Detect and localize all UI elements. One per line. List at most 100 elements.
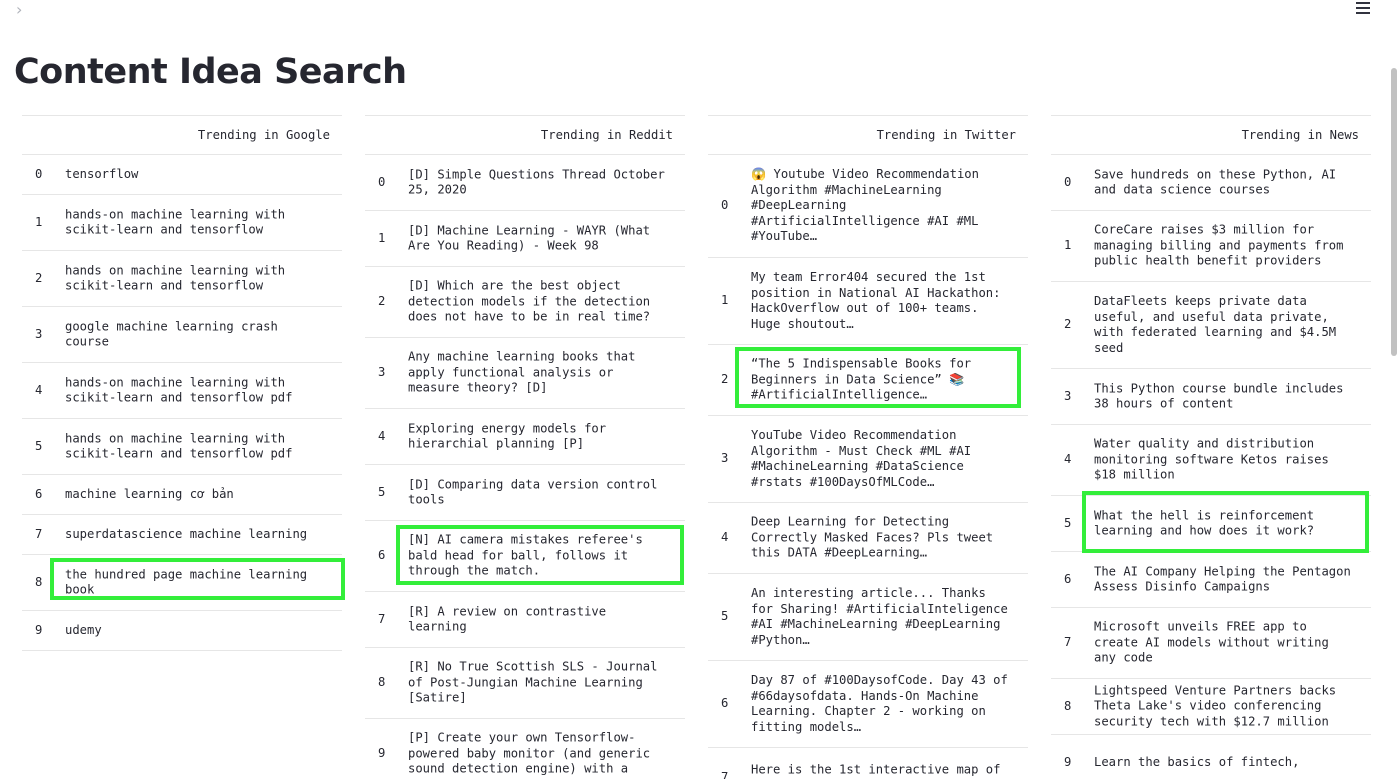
column-header-label: Trending in Twitter <box>876 128 1016 142</box>
table-header[interactable]: Trending in Google <box>22 115 342 155</box>
page-title: Content Idea Search <box>14 52 407 92</box>
row-text: [D] Comparing data version control tools <box>408 476 658 507</box>
row-index: 1 <box>1064 238 1072 253</box>
table-header[interactable]: Trending in News <box>1051 115 1371 155</box>
table-row[interactable]: 2 DataFleets keeps private data useful, a… <box>1051 282 1371 369</box>
table-row[interactable]: 4 Exploring energy models for hierarchial… <box>365 409 685 465</box>
table-row[interactable]: 5 [D] Comparing data version control tool… <box>365 465 685 521</box>
table-row[interactable]: 4 Deep Learning for Detecting Correctly M… <box>708 503 1028 574</box>
table-row[interactable]: 8 [R] No True Scottish SLS - Journal of P… <box>365 648 685 719</box>
trending-table-twitter: Trending in Twitter 0 😱 Youtube Video Reco… <box>708 115 1028 779</box>
table-row[interactable]: 2 [D] Which are the best object detection… <box>365 267 685 338</box>
row-text: This Python course bundle includes 38 ho… <box>1094 380 1344 411</box>
row-text: Save hundreds on these Python, AI and da… <box>1094 166 1337 197</box>
row-text: [R] No True Scottish SLS - Journal of Po… <box>408 659 658 705</box>
table-row[interactable]: 3 This Python course bundle includes 38 h… <box>1051 369 1371 425</box>
row-text: [P] Create your own Tensorflow- powered … <box>408 730 651 776</box>
row-index: 9 <box>35 622 43 637</box>
table-row[interactable]: 3 google machine learning crash course <box>22 307 342 363</box>
table-row[interactable]: 0 Save hundreds on these Python, AI and d… <box>1051 155 1371 211</box>
row-index: 6 <box>35 486 43 501</box>
page-scrollbar[interactable] <box>1388 62 1400 779</box>
highlight-box <box>735 347 1021 408</box>
row-text: [D] Which are the best object detection … <box>408 278 651 324</box>
highlight-box <box>50 558 345 600</box>
row-index: 0 <box>721 198 729 213</box>
row-index: 7 <box>378 611 386 626</box>
table-row[interactable]: 1 My team Error404 secured the 1st positi… <box>708 258 1028 345</box>
row-text: My team Error404 secured the 1st positio… <box>751 269 1001 331</box>
table-row[interactable]: 1 [D] Machine Learning - WAYR (What Are Y… <box>365 211 685 267</box>
row-index: 3 <box>721 451 729 466</box>
row-text: Water quality and distribution monitorin… <box>1094 436 1329 482</box>
table-row[interactable]: 3 Any machine learning books that apply f… <box>365 338 685 409</box>
row-text: Any machine learning books that apply fu… <box>408 349 636 395</box>
row-text: CoreCare raises $3 million for managing … <box>1094 222 1344 268</box>
column-header-label: Trending in Google <box>197 128 330 142</box>
table-row[interactable]: 6 machine learning cơ bản <box>22 475 342 515</box>
row-text: google machine learning crash course <box>65 318 278 349</box>
row-index: 1 <box>721 293 729 308</box>
highlight-box <box>396 525 684 585</box>
table-row[interactable]: 7 superdatascience machine learning <box>22 515 342 555</box>
row-text: YouTube Video Recommendation Algorithm -… <box>751 427 972 489</box>
row-text: hands-on machine learning with scikit-le… <box>65 206 286 237</box>
row-index: 6 <box>1064 571 1072 586</box>
row-text: The AI Company Helping the Pentagon Asse… <box>1094 563 1351 594</box>
table-row[interactable]: 0 😱 Youtube Video Recommendation Algorith… <box>708 155 1028 258</box>
table-row[interactable]: 1 hands-on machine learning with scikit-l… <box>22 195 342 251</box>
table-row[interactable]: 2 hands on machine learning with scikit-l… <box>22 251 342 307</box>
row-index: 0 <box>1064 174 1072 189</box>
table-row[interactable]: 4 hands-on machine learning with scikit-l… <box>22 363 342 419</box>
row-text: Deep Learning for Detecting Correctly Ma… <box>751 514 994 560</box>
trending-table-reddit: Trending in Reddit 0 [D] Simple Questions … <box>365 115 685 779</box>
scrollbar-thumb[interactable] <box>1391 68 1397 356</box>
table-row[interactable]: 9 udemy <box>22 611 342 651</box>
row-text: An interesting article... Thanks for Sha… <box>751 585 1008 647</box>
row-index: 9 <box>378 746 386 761</box>
row-index: 3 <box>35 326 43 341</box>
table-row[interactable]: 0 [D] Simple Questions Thread October 25,… <box>365 155 685 211</box>
table-row[interactable]: 0 tensorflow <box>22 155 342 195</box>
row-text: Exploring energy models for hierarchial … <box>408 420 607 451</box>
row-index: 8 <box>378 675 386 690</box>
table-row[interactable]: 7 Here is the 1st interactive map of elec… <box>708 748 1028 779</box>
table-row[interactable]: 3 YouTube Video Recommendation Algorithm … <box>708 416 1028 503</box>
table-row[interactable]: 5 An interesting article... Thanks for Sh… <box>708 574 1028 661</box>
trending-table-news: Trending in News 0 Save hundreds on these … <box>1051 115 1371 779</box>
row-index: 4 <box>1064 452 1072 467</box>
row-text: udemy <box>65 622 102 637</box>
row-index: 2 <box>35 270 43 285</box>
table-header[interactable]: Trending in Twitter <box>708 115 1028 155</box>
row-text: [D] Simple Questions Thread October 25, … <box>408 166 665 197</box>
row-text: [R] A review on contrastive learning <box>408 603 607 634</box>
row-index: 6 <box>721 696 729 711</box>
hamburger-menu-icon[interactable] <box>1354 0 1374 16</box>
row-text: superdatascience machine learning <box>65 526 308 541</box>
row-index: 2 <box>378 294 386 309</box>
table-row[interactable]: 7 [R] A review on contrastive learning <box>365 592 685 648</box>
table-row[interactable]: 4 Water quality and distribution monitori… <box>1051 425 1371 496</box>
row-index: 4 <box>721 530 729 545</box>
table-row[interactable]: 7 Microsoft unveils FREE app to create AI… <box>1051 608 1371 679</box>
table-row[interactable]: 1 CoreCare raises $3 million for managing… <box>1051 211 1371 282</box>
row-index: 5 <box>378 484 386 499</box>
table-row[interactable]: 6 The AI Company Helping the Pentagon Ass… <box>1051 552 1371 608</box>
row-text: [D] Machine Learning - WAYR (What Are Yo… <box>408 222 651 253</box>
row-index: 3 <box>378 365 386 380</box>
row-text: Lightspeed Venture Partners backs Theta … <box>1094 683 1337 729</box>
table-row[interactable]: 9 [P] Create your own Tensorflow- powered… <box>365 719 685 779</box>
table-row[interactable]: 6 Day 87 of #100DaysofCode. Day 43 of #66… <box>708 661 1028 748</box>
sidebar-expand-chevron-icon[interactable]: › <box>16 0 22 19</box>
row-index: 5 <box>721 609 729 624</box>
table-row[interactable]: 8 Lightspeed Venture Partners backs Theta… <box>1051 679 1371 735</box>
row-index: 4 <box>378 428 386 443</box>
row-text: 😱 Youtube Video Recommendation Algorithm… <box>751 167 979 244</box>
table-row[interactable]: 9 Learn the basics of fintech, <box>1051 735 1371 779</box>
table-header[interactable]: Trending in Reddit <box>365 115 685 155</box>
row-text: Day 87 of #100DaysofCode. Day 43 of #66d… <box>751 672 1008 734</box>
row-index: 1 <box>35 214 43 229</box>
row-index: 1 <box>378 230 386 245</box>
row-index: 3 <box>1064 388 1072 403</box>
table-row[interactable]: 5 hands on machine learning with scikit-l… <box>22 419 342 475</box>
